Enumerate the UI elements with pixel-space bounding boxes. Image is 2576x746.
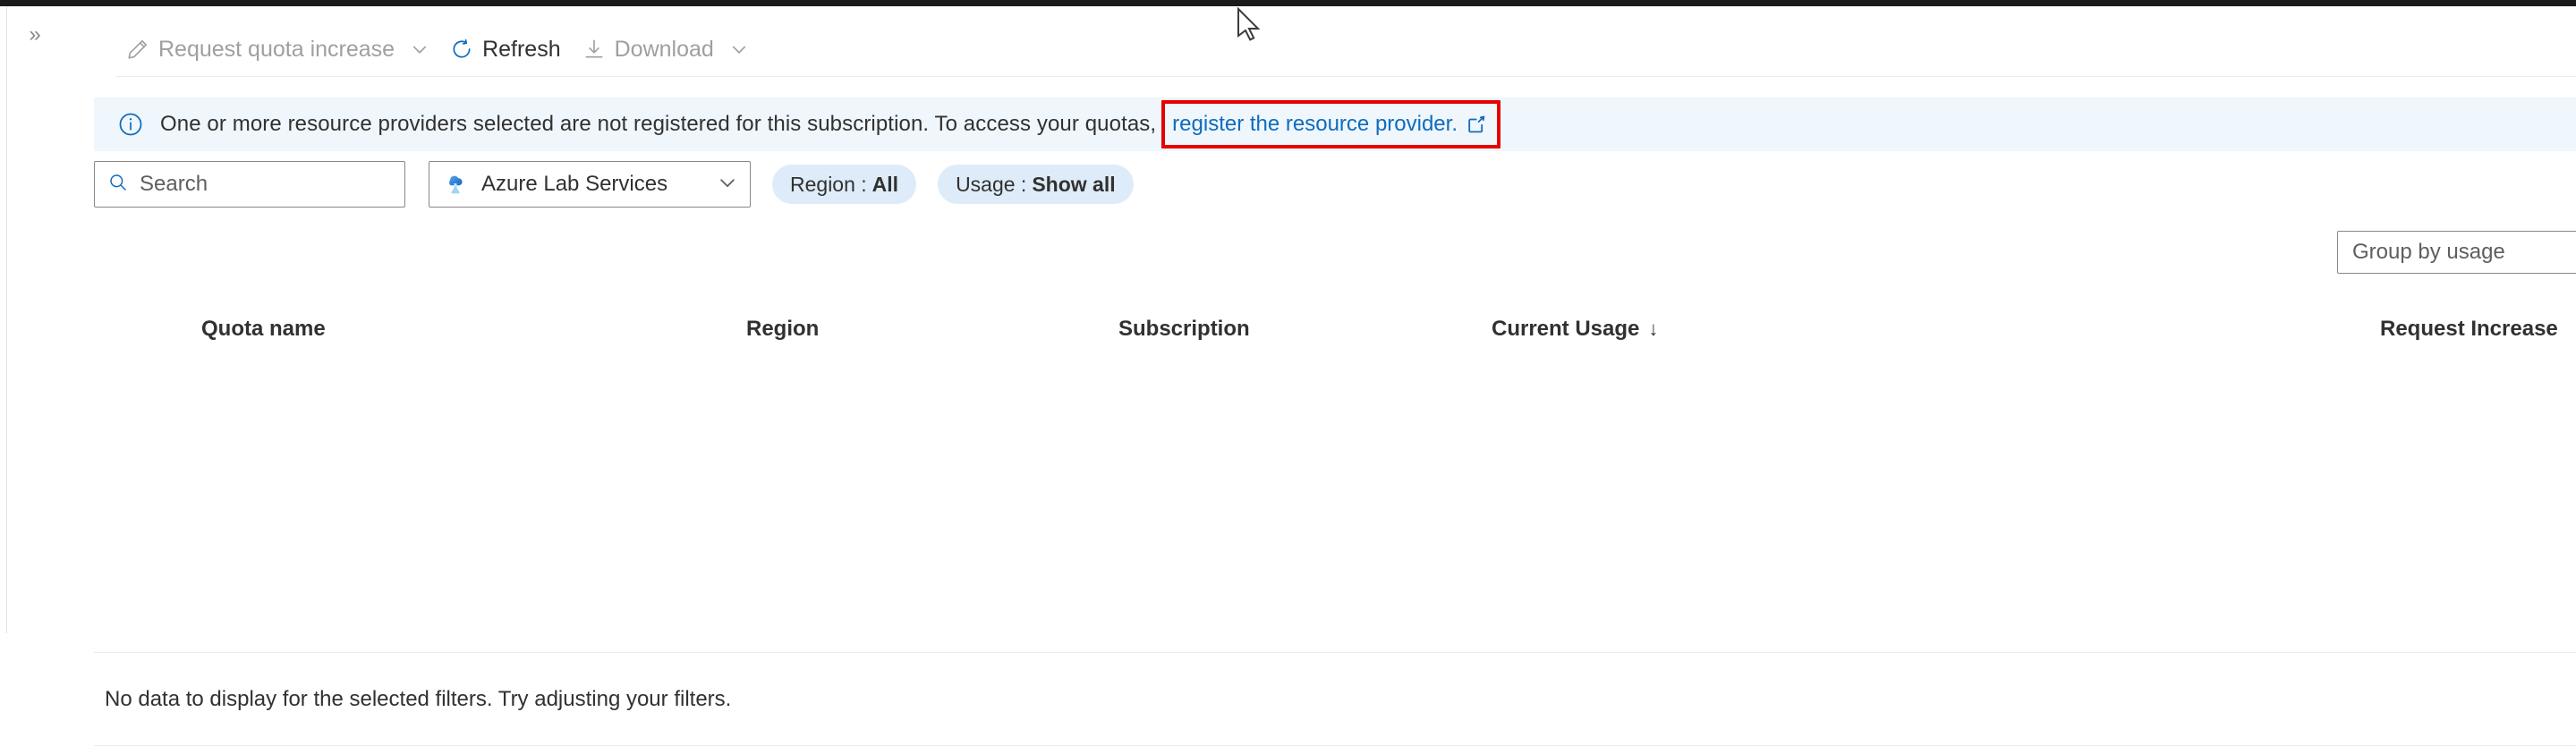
- provider-filter-dropdown[interactable]: Azure Lab Services: [429, 161, 751, 208]
- register-resource-provider-highlight: register the resource provider.: [1161, 100, 1501, 148]
- region-filter-pill[interactable]: Region : All: [772, 165, 917, 204]
- info-icon: [115, 109, 146, 140]
- download-button[interactable]: Download: [572, 29, 759, 70]
- usage-filter-value: Show all: [1032, 172, 1116, 196]
- filter-row: Azure Lab Services Region : All Usage : …: [94, 161, 1134, 208]
- request-quota-increase-label: Request quota increase: [158, 36, 395, 62]
- provider-filter-value: Azure Lab Services: [481, 172, 668, 196]
- usage-filter-pill[interactable]: Usage : Show all: [938, 165, 1134, 204]
- column-header-subscription[interactable]: Subscription: [1118, 301, 1250, 357]
- chevron-down-icon: [718, 173, 737, 197]
- refresh-button[interactable]: Refresh: [439, 29, 572, 70]
- column-header-current-usage[interactable]: Current Usage ↓: [1492, 301, 1658, 357]
- column-header-region[interactable]: Region: [746, 301, 819, 357]
- column-header-quota-name[interactable]: Quota name: [201, 301, 326, 357]
- usage-filter-key: Usage :: [956, 172, 1027, 196]
- column-label: Current Usage: [1492, 317, 1640, 341]
- search-input[interactable]: [140, 172, 392, 197]
- pencil-icon: [126, 38, 149, 61]
- search-icon: [107, 172, 129, 198]
- table-empty-state-row: No data to display for the selected filt…: [94, 653, 2576, 745]
- external-link-icon: [1467, 114, 1486, 134]
- expand-sidebar-chevron-icon[interactable]: »: [20, 20, 50, 50]
- browser-top-strip: [0, 0, 2576, 6]
- region-filter-key: Region :: [790, 172, 867, 196]
- refresh-label: Refresh: [482, 36, 561, 62]
- group-by-label: Group by usage: [2352, 240, 2505, 264]
- download-label: Download: [614, 36, 714, 62]
- left-rail-divider: [0, 6, 7, 633]
- quotas-table: Quota name Region Subscription Current U…: [94, 301, 2576, 746]
- request-quota-increase-button[interactable]: Request quota increase: [115, 29, 439, 70]
- region-filter-value: All: [871, 172, 899, 196]
- column-label: Request Increase: [2380, 317, 2558, 341]
- banner-message: One or more resource providers selected …: [160, 112, 1157, 136]
- sort-descending-icon: ↓: [1648, 318, 1659, 340]
- command-bar: Request quota increase Refresh Download: [115, 29, 759, 70]
- command-bar-divider: [115, 76, 2576, 77]
- search-box[interactable]: [94, 161, 405, 208]
- chevron-down-icon: [730, 40, 748, 58]
- chevron-down-icon: [411, 40, 429, 58]
- download-icon: [582, 38, 606, 61]
- refresh-icon: [450, 38, 473, 61]
- register-resource-provider-link[interactable]: register the resource provider.: [1172, 112, 1458, 137]
- empty-state-message: No data to display for the selected filt…: [105, 686, 732, 711]
- group-by-dropdown[interactable]: Group by usage: [2337, 231, 2576, 274]
- quotas-content-pane: Request quota increase Refresh Download …: [94, 6, 2576, 746]
- azure-lab-services-icon: [442, 169, 469, 200]
- resource-provider-banner: One or more resource providers selected …: [94, 97, 2576, 151]
- table-header-row: Quota name Region Subscription Current U…: [94, 301, 2576, 357]
- column-label: Region: [746, 317, 820, 341]
- column-label: Subscription: [1118, 317, 1250, 341]
- column-label: Quota name: [201, 317, 326, 341]
- column-header-request-increase[interactable]: Request Increase: [2380, 301, 2558, 357]
